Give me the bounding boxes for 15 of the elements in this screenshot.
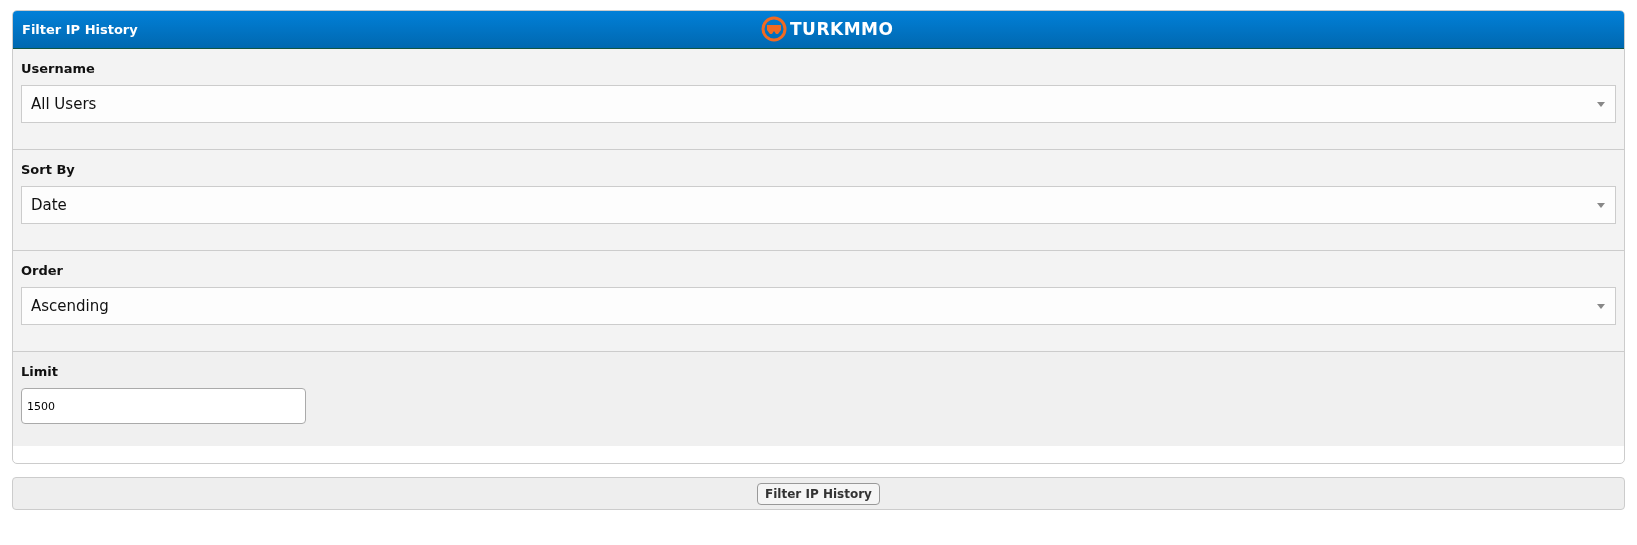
- panel-title: Filter IP History: [22, 22, 138, 37]
- field-label: Username: [21, 61, 96, 76]
- field-label: Sort By: [21, 162, 76, 177]
- caret-icon: [1597, 303, 1605, 309]
- select-field[interactable]: Ascending: [21, 287, 1616, 325]
- input-field[interactable]: 1500: [21, 388, 306, 424]
- field-label: Limit: [21, 364, 59, 379]
- field-label: Order: [21, 263, 64, 278]
- caret-icon: [1597, 202, 1605, 208]
- gamepad-logo-icon: [761, 16, 787, 42]
- caret-icon: [1597, 101, 1605, 107]
- select-field[interactable]: Date: [21, 186, 1616, 224]
- logo-wordmark: TURKMMO: [790, 19, 894, 39]
- select-field[interactable]: All Users: [21, 85, 1616, 123]
- filter-button[interactable]: Filter IP History: [757, 482, 880, 505]
